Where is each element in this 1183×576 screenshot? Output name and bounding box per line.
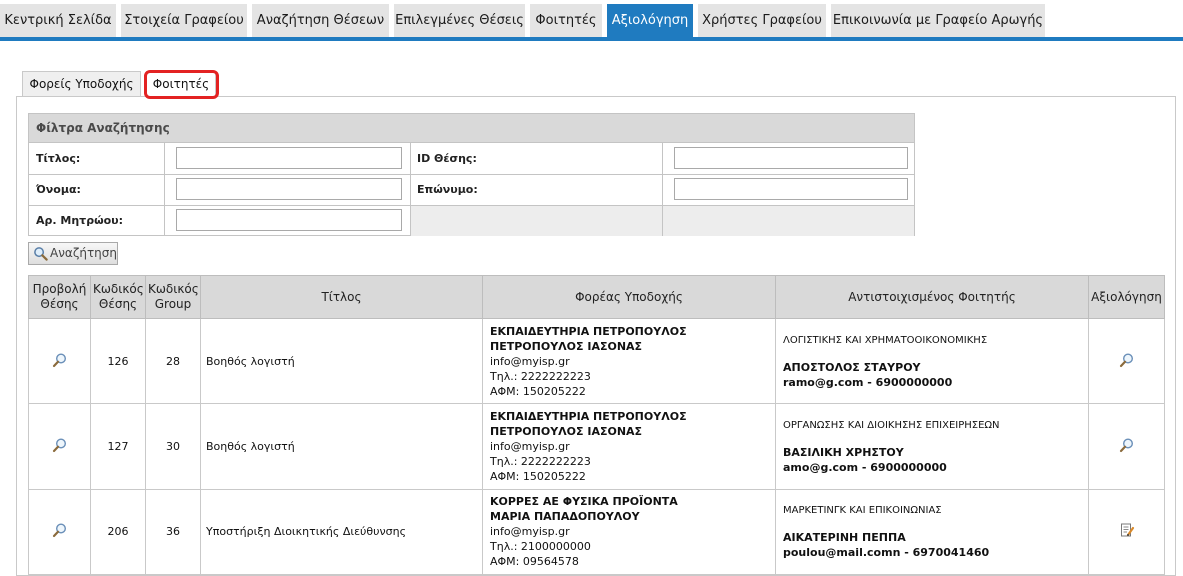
host-afm: ΑΦΜ: 09564578 xyxy=(490,555,579,569)
main-navigation: Κεντρική Σελίδα Στοιχεία Γραφείου Αναζήτ… xyxy=(0,0,1183,41)
search-filters: Φίλτρα Αναζήτησης Τίτλος: ID Θέσης: Όνομ… xyxy=(28,113,915,236)
host-afm: ΑΦΜ: 150205222 xyxy=(490,384,586,398)
nav-tab-evaluation[interactable]: Αξιολόγηση xyxy=(607,4,693,37)
host-organization-cell: ΕΚΠΑΙΔΕΥΤΗΡΙΑ ΠΕΤΡΟΠΟΥΛΟΣ ΠΕΤΡΟΠΟΥΛΟΣ ΙΑ… xyxy=(482,403,776,490)
host-phone: Τηλ.: 2222222223 xyxy=(490,369,591,383)
student-contact: ramo@g.com - 6900000000 xyxy=(783,375,953,389)
table-row: 127 30 Βοηθός λογιστή ΕΚΠΑΙΔΕΥΤΗΡΙΑ ΠΕΤΡ… xyxy=(28,403,1165,490)
host-contact-person: ΜΑΡΙΑ ΠΑΠΑΔΟΠΟΥΛΟΥ xyxy=(490,510,640,524)
student-name: ΒΑΣΙΛΙΚΗ ΧΡΗΣΤΟΥ xyxy=(783,445,904,459)
last-name-input[interactable] xyxy=(674,178,908,200)
nav-tab-home[interactable]: Κεντρική Σελίδα xyxy=(0,4,116,37)
subtab-students[interactable]: Φοιτητές xyxy=(146,71,216,98)
host-name: ΕΚΠΑΙΔΕΥΤΗΡΙΑ ΠΕΤΡΟΠΟΥΛΟΣ xyxy=(490,409,687,423)
search-icon xyxy=(34,247,48,261)
position-id-label: ID Θέσης: xyxy=(417,152,477,165)
filters-heading: Φίλτρα Αναζήτησης xyxy=(29,114,914,143)
header-position-code: Κωδικός Θέσης xyxy=(90,275,146,319)
matched-student-cell: ΜΑΡΚΕΤΙΝΓΚ ΚΑΙ ΕΠΙΚΟΙΝΩΝΙΑΣ ΑΙΚΑΤΕΡΙΝΗ Π… xyxy=(775,488,1089,576)
header-evaluation: Αξιολόγηση xyxy=(1088,275,1165,319)
divider xyxy=(29,174,914,175)
magnifier-icon[interactable] xyxy=(52,437,68,453)
host-contact-person: ΠΕΤΡΟΠΟΥΛΟΣ ΙΑΣΟΝΑΣ xyxy=(490,339,643,353)
subtab-host-organizations[interactable]: Φορείς Υποδοχής xyxy=(22,71,141,97)
evaluation-cell xyxy=(1088,317,1165,405)
matched-student-cell: ΟΡΓΑΝΩΣΗΣ ΚΑΙ ΔΙΟΙΚΗΣΗΣ ΕΠΙΧΕΙΡΗΣΕΩΝ ΒΑΣ… xyxy=(775,403,1089,490)
header-title: Τίτλος xyxy=(200,275,483,319)
position-id-input[interactable] xyxy=(674,147,908,169)
host-name: ΚΟΡΡΕΣ ΑΕ ΦΥΣΙΚΑ ΠΡΟΪΟΝΤΑ xyxy=(490,495,678,509)
nav-tab-selected-positions[interactable]: Επιλεγμένες Θέσεις xyxy=(394,4,525,37)
position-code: 206 xyxy=(90,488,146,576)
view-position-cell xyxy=(28,317,91,405)
empty-cell xyxy=(663,206,914,236)
evaluation-cell xyxy=(1088,403,1165,490)
matched-student-cell: ΛΟΓΙΣΤΙΚΗΣ ΚΑΙ ΧΡΗΜΑΤΟΟΙΚΟΝΟΜΙΚΗΣ ΑΠΟΣΤΟ… xyxy=(775,317,1089,405)
host-name: ΕΚΠΑΙΔΕΥΤΗΡΙΑ ΠΕΤΡΟΠΟΥΛΟΣ xyxy=(490,324,687,338)
search-button[interactable]: Αναζήτηση xyxy=(28,242,118,265)
empty-cell xyxy=(411,206,662,236)
results-table: Προβολή Θέσης Κωδικός Θέσης Κωδικός Grou… xyxy=(28,275,1165,576)
registry-number-input[interactable] xyxy=(176,209,402,231)
position-title: Υποστήριξη Διοικητικής Διεύθυνσης xyxy=(200,488,483,576)
position-code: 126 xyxy=(90,317,146,405)
student-contact: poulou@mail.comn - 6970041460 xyxy=(783,546,990,560)
student-contact: amo@g.com - 6900000000 xyxy=(783,460,947,474)
group-code: 36 xyxy=(145,488,201,576)
header-group-code: Κωδικός Group xyxy=(145,275,201,319)
search-button-label: Αναζήτηση xyxy=(50,246,117,260)
group-code: 28 xyxy=(145,317,201,405)
student-name: ΑΠΟΣΤΟΛΟΣ ΣΤΑΥΡΟΥ xyxy=(783,360,921,374)
table-row: 126 28 Βοηθός λογιστή ΕΚΠΑΙΔΕΥΤΗΡΙΑ ΠΕΤΡ… xyxy=(28,317,1165,405)
edit-form-icon[interactable] xyxy=(1119,522,1135,538)
nav-tab-office-users[interactable]: Χρήστες Γραφείου xyxy=(698,4,826,37)
host-organization-cell: ΕΚΠΑΙΔΕΥΤΗΡΙΑ ΠΕΤΡΟΠΟΥΛΟΣ ΠΕΤΡΟΠΟΥΛΟΣ ΙΑ… xyxy=(482,317,776,405)
nav-tab-contact-helpdesk[interactable]: Επικοινωνία με Γραφείο Αρωγής xyxy=(831,4,1045,37)
nav-accent-bar xyxy=(0,37,1183,41)
position-code: 127 xyxy=(90,403,146,490)
host-phone: Τηλ.: 2100000000 xyxy=(490,540,591,554)
student-name: ΑΙΚΑΤΕΡΙΝΗ ΠΕΠΠΑ xyxy=(783,531,906,545)
header-matched-student: Αντιστοιχισμένος Φοιτητής xyxy=(775,275,1089,319)
student-department: ΟΡΓΑΝΩΣΗΣ ΚΑΙ ΔΙΟΙΚΗΣΗΣ ΕΠΙΧΕΙΡΗΣΕΩΝ xyxy=(783,419,1000,431)
position-title: Βοηθός λογιστή xyxy=(200,403,483,490)
title-label: Τίτλος: xyxy=(36,152,81,165)
magnifier-icon[interactable] xyxy=(52,522,68,538)
nav-tab-position-search[interactable]: Αναζήτηση Θέσεων xyxy=(252,4,389,37)
host-afm: ΑΦΜ: 150205222 xyxy=(490,469,586,483)
magnifier-icon[interactable] xyxy=(52,352,68,368)
divider xyxy=(164,143,165,236)
host-phone: Τηλ.: 2222222223 xyxy=(490,454,591,468)
last-name-label: Επώνυμο: xyxy=(417,183,478,196)
first-name-label: Όνομα: xyxy=(36,183,81,196)
nav-tab-students[interactable]: Φοιτητές xyxy=(530,4,602,37)
nav-tab-office-details[interactable]: Στοιχεία Γραφείου xyxy=(121,4,247,37)
host-contact-person: ΠΕΤΡΟΠΟΥΛΟΣ ΙΑΣΟΝΑΣ xyxy=(490,424,643,438)
title-input[interactable] xyxy=(176,147,402,169)
position-title: Βοηθός λογιστή xyxy=(200,317,483,405)
host-organization-cell: ΚΟΡΡΕΣ ΑΕ ΦΥΣΙΚΑ ΠΡΟΪΟΝΤΑ ΜΑΡΙΑ ΠΑΠΑΔΟΠΟ… xyxy=(482,488,776,576)
first-name-input[interactable] xyxy=(176,178,402,200)
registry-number-label: Αρ. Μητρώου: xyxy=(36,214,124,227)
table-row: 206 36 Υποστήριξη Διοικητικής Διεύθυνσης… xyxy=(28,488,1165,576)
header-host-organization: Φορέας Υποδοχής xyxy=(482,275,776,319)
host-email: info@myisp.gr xyxy=(490,354,570,368)
header-view-position: Προβολή Θέσης xyxy=(28,275,91,319)
student-department: ΜΑΡΚΕΤΙΝΓΚ ΚΑΙ ΕΠΙΚΟΙΝΩΝΙΑΣ xyxy=(783,505,942,517)
host-email: info@myisp.gr xyxy=(490,439,570,453)
student-department: ΛΟΓΙΣΤΙΚΗΣ ΚΑΙ ΧΡΗΜΑΤΟΟΙΚΟΝΟΜΙΚΗΣ xyxy=(783,334,988,346)
view-position-cell xyxy=(28,403,91,490)
evaluation-cell xyxy=(1088,488,1165,576)
view-position-cell xyxy=(28,488,91,576)
group-code: 30 xyxy=(145,403,201,490)
host-email: info@myisp.gr xyxy=(490,525,570,539)
magnifier-icon[interactable] xyxy=(1119,352,1135,368)
magnifier-icon[interactable] xyxy=(1119,437,1135,453)
table-header-row: Προβολή Θέσης Κωδικός Θέσης Κωδικός Grou… xyxy=(28,275,1165,319)
